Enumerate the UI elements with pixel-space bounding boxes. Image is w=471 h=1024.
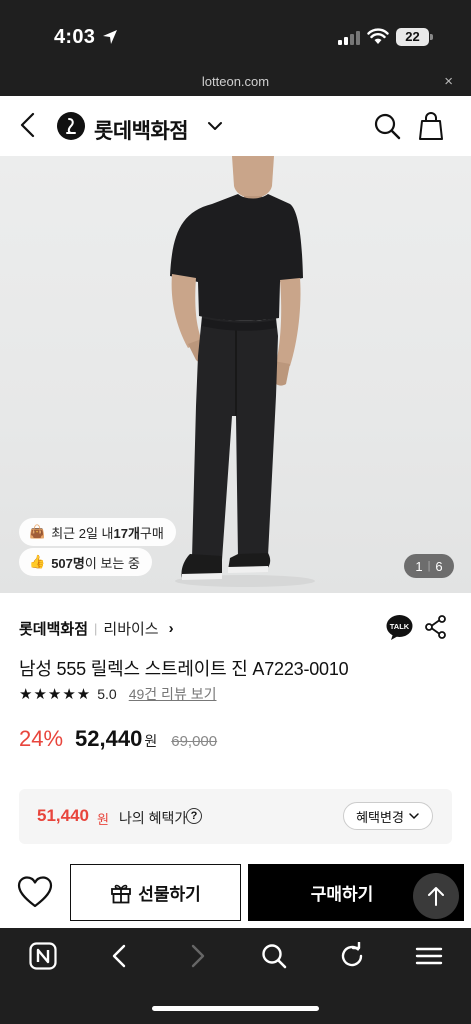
home-indicator [152,1006,319,1011]
star-rating-icon: ★★★★★ [19,686,92,703]
buy-button-label: 구매하기 [310,885,374,904]
gift-icon [111,884,132,903]
recent-purchase-prefix: 최근 2일 내 [51,525,114,541]
recent-purchase-count: 17개 [113,525,140,541]
share-icon[interactable] [424,614,448,640]
shopping-bag-icon: 👜 [29,524,46,539]
currency-unit: 원 [144,733,158,749]
refresh-icon[interactable] [338,942,366,970]
store-name[interactable]: 롯데백화점 [19,618,88,639]
back-arrow-icon[interactable] [108,942,132,970]
benefit-price-box: 51,440 원 나의 혜택가 ? 혜택변경 [19,789,452,844]
lotte-logo-icon[interactable] [56,111,86,141]
product-image-carousel[interactable]: 👜 최근 2일 내 17개 구매 👍 507명 이 보는 중 1 | 6 [0,156,471,593]
discount-rate: 24% [19,726,64,751]
help-icon[interactable]: ? [186,808,202,824]
chevron-down-icon [409,813,419,820]
pager-divider: | [427,560,431,572]
menu-icon[interactable] [415,942,443,970]
kakao-talk-icon[interactable]: TALK [386,614,413,641]
reviews-link[interactable]: 49건 리뷰 보기 [129,684,217,704]
benefit-currency: 원 [97,812,109,827]
brand-link[interactable]: 리바이스 [103,618,158,639]
scroll-to-top-button[interactable] [413,873,459,919]
recent-purchase-suffix: 구매 [139,525,164,541]
gift-button-label: 선물하기 [138,885,201,904]
brand-title[interactable]: 롯데백화점 [94,115,189,145]
rating-row: ★★★★★ 5.0 49건 리뷰 보기 [19,684,216,704]
url-text[interactable]: lotteon.com [0,74,471,89]
recent-purchase-badge: 👜 최근 2일 내 17개 구매 [19,518,176,546]
rating-score: 5.0 [97,686,117,702]
benefit-label: 나의 혜택가 [119,810,188,826]
chevron-right-icon[interactable]: › [169,620,174,637]
product-title: 남성 555 릴렉스 스트레이트 진 A7223-0010 [19,659,349,679]
chevron-down-icon[interactable] [206,117,224,135]
viewer-count: 507명 [51,555,85,571]
svg-text:TALK: TALK [390,622,410,631]
viewer-suffix: 이 보는 중 [84,555,140,571]
benefit-price: 51,440 [37,806,89,825]
search-icon[interactable] [372,111,402,141]
wifi-icon [367,28,389,44]
viewers-badge: 👍 507명 이 보는 중 [19,548,152,576]
gift-button[interactable]: 선물하기 [70,864,241,921]
benefit-change-button[interactable]: 혜택변경 [343,802,433,830]
search-icon[interactable] [260,942,288,970]
arrow-up-icon [428,887,444,906]
thumbs-up-icon: 👍 [29,554,46,569]
forward-arrow-icon[interactable] [185,942,209,970]
price-row: 24% 52,440 원 69,000 [19,726,217,752]
page-current: 1 [415,558,423,574]
back-button[interactable] [14,110,44,140]
benefit-change-label: 혜택변경 [356,809,404,825]
heart-icon[interactable] [17,876,53,908]
status-time: 4:03 [54,26,96,48]
battery-cap [430,34,433,40]
image-pager: 1 | 6 [404,554,454,578]
page-total: 6 [435,558,443,574]
browser-url-bar[interactable]: lotteon.com × [0,70,471,96]
shopping-bag-icon[interactable] [417,111,445,141]
status-bar: 4:03 22 [0,0,471,70]
naver-home-icon[interactable] [29,942,57,970]
battery-indicator: 22 [396,28,429,46]
sale-price: 52,440 [75,726,143,751]
close-icon[interactable]: × [444,73,453,90]
breadcrumb-divider: | [94,621,98,636]
seller-breadcrumb[interactable]: 롯데백화점 | 리바이스 › [19,618,174,639]
location-arrow-icon [103,30,117,44]
original-price: 69,000 [171,733,218,750]
signal-icon [338,30,360,45]
